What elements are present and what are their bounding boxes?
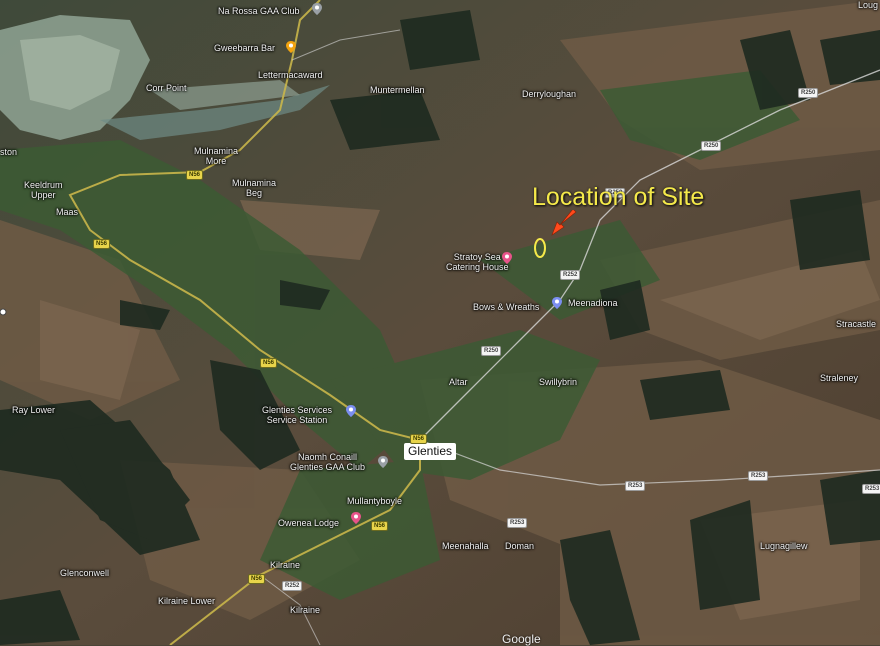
place-meenadiona: Meenadiona [568, 298, 618, 308]
road-shield-n56: N56 [248, 574, 266, 584]
place-kilraine-south: Kilraine [290, 605, 321, 615]
place-ston: ston [0, 147, 18, 157]
place-na-rossa-gaa-club[interactable]: Na Rossa GAA Club [218, 6, 300, 16]
place-mulnamina-beg: Mulnamina Beg [232, 178, 277, 198]
road-shield-r250: R250 [798, 88, 819, 98]
place-kilraine: Kilraine [270, 560, 301, 570]
road-shield-r252: R252 [282, 581, 303, 591]
place-meenahalla: Meenahalla [442, 541, 489, 551]
poi-pin-icon[interactable] [310, 2, 324, 16]
shop-pin-icon[interactable] [550, 296, 564, 310]
bar-pin-icon[interactable] [284, 40, 298, 54]
place-kilraine-lower: Kilraine Lower [158, 596, 216, 606]
place-altar: Altar [449, 377, 468, 387]
place-corr-point: Corr Point [146, 83, 187, 93]
google-watermark: Google [502, 632, 541, 646]
place-naomh-conaill-gaa-club[interactable]: Naomh Conaill Glenties GAA Club [290, 452, 365, 472]
site-annotation-label: Location of Site [532, 183, 705, 211]
place-mullantyboyle: Mullantyboyle [347, 496, 403, 506]
lodging-pin-icon[interactable] [349, 511, 363, 525]
road-shield-r250: R250 [481, 346, 502, 356]
place-bows-and-wreaths[interactable]: Bows & Wreaths [473, 302, 539, 312]
road-shield-r253: R253 [507, 518, 528, 528]
place-loug: Loug [858, 0, 879, 10]
place-lugnagillew: Lugnagillew [760, 541, 808, 551]
road-shield-n56: N56 [410, 434, 428, 444]
restaurant-pin-icon[interactable] [500, 251, 514, 265]
shop-pin-icon[interactable] [344, 404, 358, 418]
place-owenea-lodge[interactable]: Owenea Lodge [278, 518, 339, 528]
road-shield-n56: N56 [260, 358, 278, 368]
place-swillybrin: Swillybrin [539, 377, 578, 387]
place-ray-lower: Ray Lower [12, 405, 56, 415]
satellite-map[interactable] [0, 0, 880, 645]
road-shield-r250: R250 [701, 141, 722, 151]
town-label-glenties[interactable]: Glenties [404, 443, 457, 460]
place-maas: Maas [56, 207, 79, 217]
poi-pin-icon[interactable] [376, 455, 390, 469]
road-shield-n56: N56 [371, 521, 389, 531]
road-shield-r253: R253 [625, 481, 646, 491]
poi-dot-icon[interactable] [0, 307, 8, 317]
road-shield-r253: R253 [862, 484, 880, 494]
place-glenties-services[interactable]: Glenties Services Service Station [262, 405, 332, 425]
place-muntermellan: Muntermellan [370, 85, 425, 95]
place-lettermacaward: Lettermacaward [258, 70, 323, 80]
place-gweebarra-bar[interactable]: Gweebarra Bar [214, 43, 275, 53]
place-mulnamina-more: Mulnamina More [194, 146, 239, 166]
road-shield-n56: N56 [186, 170, 204, 180]
place-straleney: Straleney [820, 373, 859, 383]
place-doman: Doman [505, 541, 535, 551]
road-shield-n56: N56 [93, 239, 111, 249]
road-shield-r252: R252 [560, 270, 581, 280]
place-glenconwell: Glenconwell [60, 568, 110, 578]
site-arrow-icon [551, 210, 577, 236]
road-shield-r253: R253 [748, 471, 769, 481]
place-derryloughan: Derryloughan [522, 89, 577, 99]
place-stracastle: Stracastle [836, 319, 877, 329]
site-marker-icon[interactable] [530, 234, 550, 262]
place-keeldrum-upper: Keeldrum Upper [24, 180, 63, 200]
